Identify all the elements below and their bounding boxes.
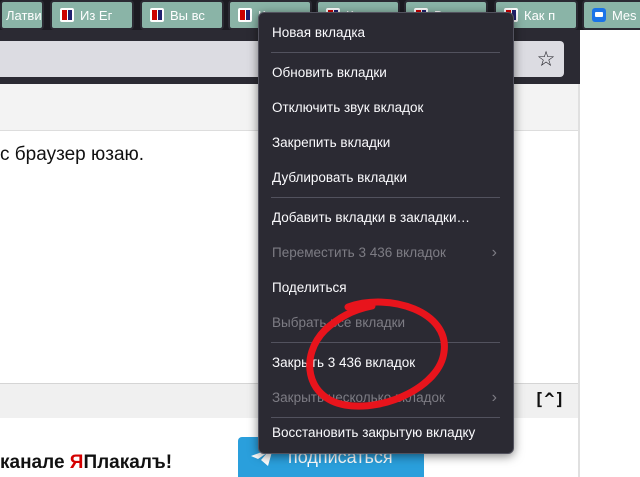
tab[interactable]: Mes	[582, 0, 640, 30]
chat-favicon-icon	[592, 8, 606, 22]
menu-item-label: Закрепить вкладки	[272, 135, 391, 150]
menu-item-select-all-tabs: Выбрать все вкладки	[265, 307, 507, 339]
menu-item-new-tab[interactable]: Новая вкладка	[265, 17, 507, 49]
menu-item-close-tabs[interactable]: Закрыть 3 436 вкладок	[265, 347, 507, 379]
promo-brand-first: Я	[69, 452, 84, 473]
menu-item-label: Переместить 3 436 вкладок	[272, 245, 446, 260]
yaplakal-favicon-icon	[150, 8, 164, 22]
menu-item-pin-tabs[interactable]: Закрепить вкладки	[265, 127, 507, 159]
menu-item-label: Закрыть 3 436 вкладок	[272, 355, 416, 370]
tab[interactable]: Вы вс	[140, 0, 224, 30]
star-icon[interactable]: ☆	[533, 46, 559, 72]
menu-item-label: Поделиться	[272, 280, 347, 295]
tab-label: Mes	[612, 7, 637, 23]
tab-label: Как п	[524, 7, 556, 23]
menu-item-bookmark-tabs[interactable]: Добавить вкладки в закладки…	[265, 202, 507, 234]
menu-item-reopen-closed-tab[interactable]: Восстановить закрытую вкладку	[265, 417, 507, 449]
chevron-right-icon: ›	[491, 244, 497, 261]
menu-item-reload-tabs[interactable]: Обновить вкладки	[265, 57, 507, 89]
page-margin	[580, 30, 640, 477]
tab-label: Из Ег	[80, 7, 113, 23]
promo-brand-rest: Плакалъ!	[83, 452, 173, 473]
chevron-right-icon: ›	[491, 389, 497, 406]
yaplakal-favicon-icon	[238, 8, 252, 22]
menu-item-label: Восстановить закрытую вкладку	[272, 425, 476, 440]
page-divider	[578, 84, 580, 477]
tab[interactable]: Латви	[0, 0, 44, 30]
menu-item-move-tabs: Переместить 3 436 вкладок ›	[265, 237, 507, 269]
menu-item-label: Дублировать вкладки	[272, 170, 408, 185]
tab-label: Вы вс	[170, 7, 205, 23]
menu-item-label: Отключить звук вкладок	[272, 100, 424, 115]
tab[interactable]: Из Ег	[50, 0, 134, 30]
tab-label: Латви	[6, 7, 42, 23]
menu-item-label: Выбрать все вкладки	[272, 315, 406, 330]
menu-item-label: Закрыть несколько вкладок	[272, 390, 445, 405]
post-text: с браузер юзаю.	[0, 144, 145, 165]
menu-item-label: Обновить вкладки	[272, 65, 387, 80]
promo-text: канале ЯПлакалъ!	[0, 452, 172, 474]
scroll-top-link[interactable]: [^]	[534, 390, 565, 410]
menu-separator	[271, 197, 500, 198]
menu-item-share[interactable]: Поделиться	[265, 272, 507, 304]
promo-prefix: канале	[0, 452, 70, 473]
menu-separator	[271, 52, 500, 53]
menu-item-label: Добавить вкладки в закладки…	[272, 210, 470, 225]
menu-item-duplicate-tabs[interactable]: Дублировать вкладки	[265, 162, 507, 194]
menu-item-label: Новая вкладка	[272, 25, 366, 40]
menu-item-close-multiple-tabs: Закрыть несколько вкладок ›	[265, 382, 507, 414]
menu-separator	[271, 342, 500, 343]
menu-item-mute-tabs[interactable]: Отключить звук вкладок	[265, 92, 507, 124]
tab-context-menu: Новая вкладка Обновить вкладки Отключить…	[258, 12, 514, 454]
yaplakal-favicon-icon	[60, 8, 74, 22]
